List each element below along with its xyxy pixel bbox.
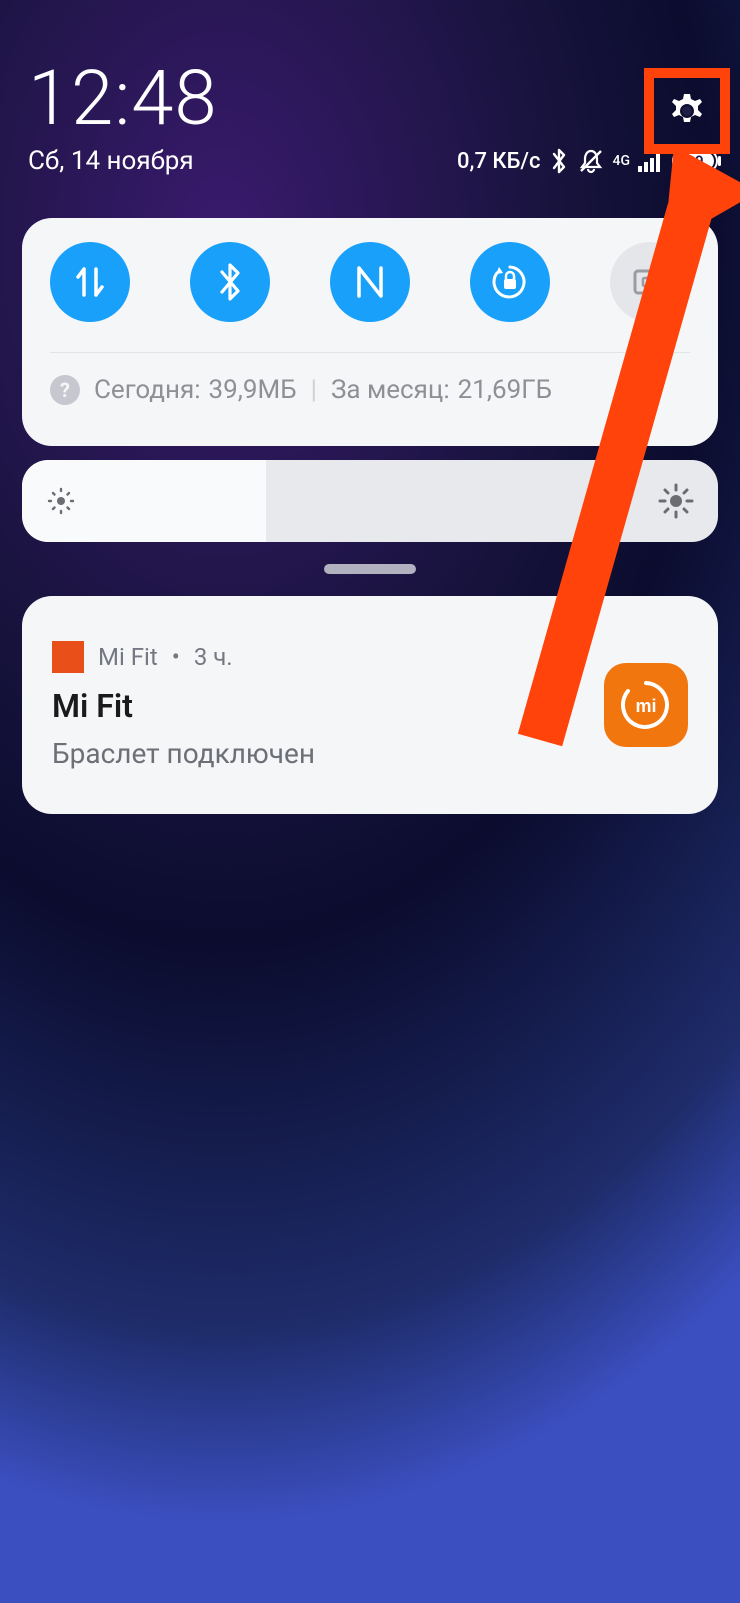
notification-app-small-icon — [52, 641, 84, 673]
brightness-slider[interactable] — [22, 460, 718, 542]
notification-title: Mi Fit — [52, 687, 604, 725]
bluetooth-icon — [549, 147, 569, 175]
notification-app-name: Mi Fit — [98, 643, 158, 671]
mobile-data-icon — [73, 263, 107, 301]
notification-body: Браслет подключен — [52, 737, 604, 770]
auto-lock-toggle[interactable] — [470, 242, 550, 322]
notification-shade-header: 12:48 Сб, 14 ноября 0,7 КБ/с 4G 89 — [28, 60, 722, 190]
mobile-data-toggle[interactable] — [50, 242, 130, 322]
nfc-icon — [353, 264, 387, 300]
clock-date: Сб, 14 ноября — [28, 146, 194, 176]
quick-settings-panel: ? Сегодня: 39,9МБ | За месяц: 21,69ГБ — [22, 218, 718, 446]
gear-icon — [667, 91, 707, 131]
data-today-value: 39,9МБ — [209, 375, 297, 405]
data-month-value: 21,69ГБ — [458, 375, 552, 405]
brightness-high-icon — [658, 460, 694, 542]
nfc-toggle[interactable] — [330, 242, 410, 322]
data-usage-row[interactable]: ? Сегодня: 39,9МБ | За месяц: 21,69ГБ — [50, 353, 690, 405]
brightness-low-icon — [46, 460, 76, 542]
screenshot-toggle[interactable] — [610, 242, 690, 322]
mi-fit-icon: mi — [618, 677, 674, 733]
rotation-lock-icon — [489, 261, 531, 303]
data-month-label: За месяц: — [331, 375, 450, 405]
notification-card[interactable]: Mi Fit • 3 ч. Mi Fit Браслет подключен m… — [22, 596, 718, 814]
network-type-label: 4G — [613, 154, 631, 168]
network-speed: 0,7 КБ/с — [457, 149, 540, 174]
dnd-icon — [577, 147, 605, 175]
data-today-label: Сегодня: — [94, 375, 201, 405]
notification-time: 3 ч. — [194, 643, 233, 671]
settings-button[interactable] — [665, 89, 709, 133]
bluetooth-icon — [217, 262, 243, 302]
quick-toggle-row — [50, 242, 690, 322]
settings-highlight — [644, 68, 730, 154]
shade-drag-handle[interactable] — [324, 564, 416, 574]
battery-level: 89 — [672, 152, 718, 170]
dot-separator: • — [172, 643, 180, 671]
question-icon: ? — [50, 375, 80, 405]
svg-text:mi: mi — [635, 696, 656, 716]
bluetooth-toggle[interactable] — [190, 242, 270, 322]
notification-large-icon: mi — [604, 663, 688, 747]
clock-time: 12:48 — [28, 60, 218, 136]
screenshot-icon — [632, 266, 668, 298]
separator: | — [311, 375, 317, 405]
